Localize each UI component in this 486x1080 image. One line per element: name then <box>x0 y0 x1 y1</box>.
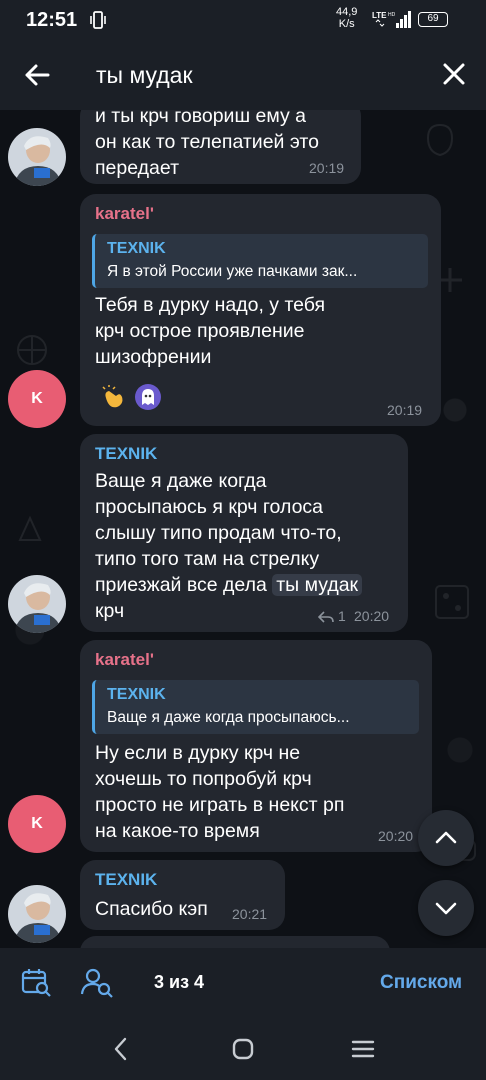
message-fragment: приезжай все дела <box>95 574 273 596</box>
svg-text:LTE: LTE <box>372 11 387 20</box>
search-input[interactable]: ты мудак <box>96 62 193 89</box>
reply-count[interactable]: 1 <box>338 608 346 624</box>
message-time: 20:21 <box>232 906 268 922</box>
message-text: и ты крч говориш ему а он как то телепат… <box>95 110 319 181</box>
message-line: просто не играть в некст рп <box>95 794 345 816</box>
message-line: просыпаюсь я крч голоса <box>95 496 324 518</box>
quote-author: TEXNIK <box>107 686 166 703</box>
message-line: шизофрении <box>95 346 212 368</box>
member-search-icon[interactable] <box>80 966 114 998</box>
close-icon[interactable] <box>440 60 468 88</box>
message-line: Тебя в дурку надо, у тебя <box>95 294 326 316</box>
avatar-karatel[interactable]: K <box>8 370 66 428</box>
signal-icon: LTE HD <box>372 11 411 28</box>
message-line: хочешь то попробуй крч <box>95 768 312 790</box>
chevron-down-icon <box>435 902 457 915</box>
nav-home-icon[interactable] <box>230 1036 256 1062</box>
message-line: типо того там на стрелку <box>95 548 320 570</box>
avatar-karatel[interactable]: K <box>8 795 66 853</box>
quote-text: Ваще я даже когда просыпаюсь... <box>107 709 350 726</box>
sender-name[interactable]: TEXNIK <box>95 444 157 464</box>
clap-emoji-icon <box>102 385 123 408</box>
reply-icon <box>318 611 334 623</box>
message-line: приезжай все дела ты мудак <box>95 572 363 598</box>
back-arrow-icon[interactable] <box>22 60 52 90</box>
message-bubble[interactable]: TEXNIK Ваще я даже когда просыпаюсь я кр… <box>80 434 408 632</box>
search-header: ты мудак <box>0 40 486 110</box>
reply-quote[interactable]: TEXNIK Ваще я даже когда просыпаюсь... <box>92 680 419 734</box>
quote-text: Я в этой России уже пачками зак... <box>107 263 358 280</box>
avatar-photo-icon <box>8 575 66 633</box>
result-counter: 3 из 4 <box>154 972 205 992</box>
speed-unit: K/s <box>338 18 355 30</box>
nav-recents-icon[interactable] <box>350 1036 376 1062</box>
avatar-photo-icon <box>8 885 66 943</box>
list-view-button[interactable]: Списком <box>380 972 462 994</box>
search-next-button[interactable] <box>418 880 474 936</box>
sender-name[interactable]: TEXNIK <box>95 870 157 890</box>
doodle-icon <box>17 335 47 365</box>
reply-quote[interactable]: TEXNIK Я в этой России уже пачками зак..… <box>92 234 428 288</box>
message-line: слышу типо продам что-то, <box>95 522 342 544</box>
message-line: на какое-то время <box>95 820 260 842</box>
message-line: и ты крч говориш ему а <box>95 110 306 127</box>
message-time: 20:19 <box>309 160 345 176</box>
speed-value: 44,9 <box>336 6 358 18</box>
message-line: Ну если в дурку крч не <box>95 742 301 764</box>
reaction-ghost[interactable] <box>135 384 161 410</box>
search-highlight: ты мудак <box>272 574 363 596</box>
nav-back-icon[interactable] <box>108 1036 134 1062</box>
message-time: 20:20 <box>354 608 390 624</box>
system-nav-bar <box>0 1016 486 1080</box>
search-prev-button[interactable] <box>418 810 474 866</box>
sender-name[interactable]: karatel' <box>95 650 154 670</box>
message-bubble[interactable]: TEXNIK Спасибо кэп 20:21 <box>80 860 285 930</box>
svg-text:HD: HD <box>388 12 396 18</box>
message-text: Тебя в дурку надо, у тебя крч острое про… <box>95 292 325 370</box>
message-text: Ну если в дурку крч не хочешь то попробу… <box>95 740 344 844</box>
message-bubble[interactable]: karatel' TEXNIK Я в этой России уже пачк… <box>80 194 441 426</box>
message-bubble[interactable]: и ты крч говориш ему а он как то телепат… <box>80 110 361 184</box>
calendar-search-icon[interactable] <box>20 966 52 998</box>
battery-indicator: 69 <box>418 12 448 27</box>
chat-area[interactable]: и ты крч говориш ему а он как то телепат… <box>0 110 486 948</box>
quote-author: TEXNIK <box>107 240 166 257</box>
message-line: Ваще я даже когда <box>95 470 267 492</box>
chevron-up-icon <box>435 831 457 844</box>
status-time: 12:51 <box>26 9 78 31</box>
avatar-photo-icon <box>8 128 66 186</box>
doodle-icon <box>18 515 42 541</box>
sender-name[interactable]: karatel' <box>95 204 154 224</box>
vibrate-icon <box>90 11 106 29</box>
message-text: Ваще я даже когда просыпаюсь я крч голос… <box>95 468 363 624</box>
reaction-clap[interactable] <box>100 384 126 410</box>
message-line: крч острое проявление <box>95 320 305 342</box>
message-time: 20:20 <box>378 828 414 844</box>
message-bubble[interactable]: karatel' TEXNIK Ваще я даже когда просып… <box>80 640 432 852</box>
ghost-emoji-icon <box>142 389 154 405</box>
network-speed: 44,9 K/s <box>336 6 357 30</box>
message-bubble[interactable] <box>80 936 390 948</box>
avatar-texnik[interactable] <box>8 128 66 186</box>
status-bar: 12:51 44,9 K/s LTE HD 69 <box>0 0 486 40</box>
message-time: 20:19 <box>387 402 423 418</box>
avatar-texnik[interactable] <box>8 575 66 633</box>
doodle-icon <box>435 585 469 619</box>
message-line: передает <box>95 157 180 179</box>
avatar-texnik[interactable] <box>8 885 66 943</box>
search-results-bar: 3 из 4 Списком <box>0 948 486 1016</box>
doodle-icon <box>426 123 454 157</box>
message-line: он как то телепатией это <box>95 131 319 153</box>
message-text: Спасибо кэп <box>95 898 208 920</box>
